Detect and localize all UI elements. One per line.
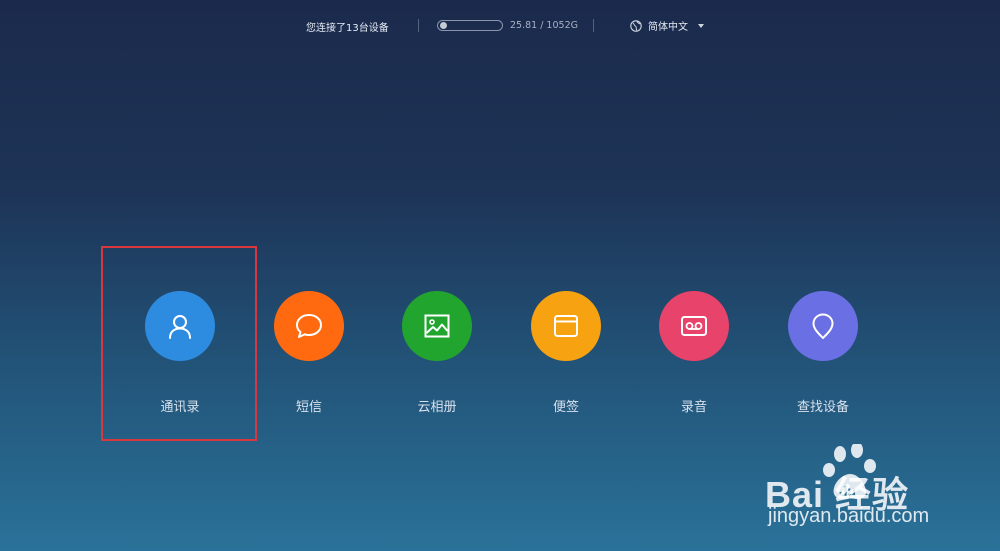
location-icon [812, 313, 834, 339]
globe-icon [630, 19, 642, 32]
recorder-circle [659, 291, 729, 361]
app-label: 云相册 [417, 400, 457, 415]
storage-bar [437, 20, 503, 31]
language-selector[interactable]: 简体中文 [630, 18, 704, 33]
recorder-icon [681, 316, 707, 336]
top-bar: 您连接了13台设备 25.81 / 1052G 简体中文 [0, 0, 1000, 52]
app-label: 便签 [552, 400, 579, 415]
language-label: 简体中文 [648, 22, 688, 33]
album-circle [402, 291, 472, 361]
selection-highlight [101, 246, 257, 441]
connected-devices-text: 您连接了13台设备 [306, 23, 389, 34]
notes-circle [531, 291, 601, 361]
app-messages[interactable]: 短信 [249, 291, 369, 415]
app-cloud-album[interactable]: 云相册 [377, 291, 497, 415]
app-label: 短信 [295, 400, 322, 415]
app-find-device[interactable]: 查找设备 [763, 291, 883, 415]
watermark-url: jingyan.baidu.com [768, 505, 930, 527]
app-recorder[interactable]: 录音 [634, 291, 754, 415]
find-device-circle [788, 291, 858, 361]
app-label: 查找设备 [796, 400, 849, 415]
photo-icon [424, 314, 450, 338]
chevron-down-icon [698, 23, 704, 28]
storage-indicator [440, 22, 447, 29]
app-label: 录音 [680, 400, 707, 415]
storage-text: 25.81 / 1052G [510, 20, 578, 31]
app-notes[interactable]: 便签 [506, 291, 626, 415]
baidu-watermark: du Bai 经验 jingyan.baidu.com [765, 441, 995, 531]
divider [593, 19, 594, 32]
note-icon [554, 315, 578, 337]
divider [418, 19, 419, 32]
message-icon [296, 314, 322, 338]
messages-circle [274, 291, 344, 361]
